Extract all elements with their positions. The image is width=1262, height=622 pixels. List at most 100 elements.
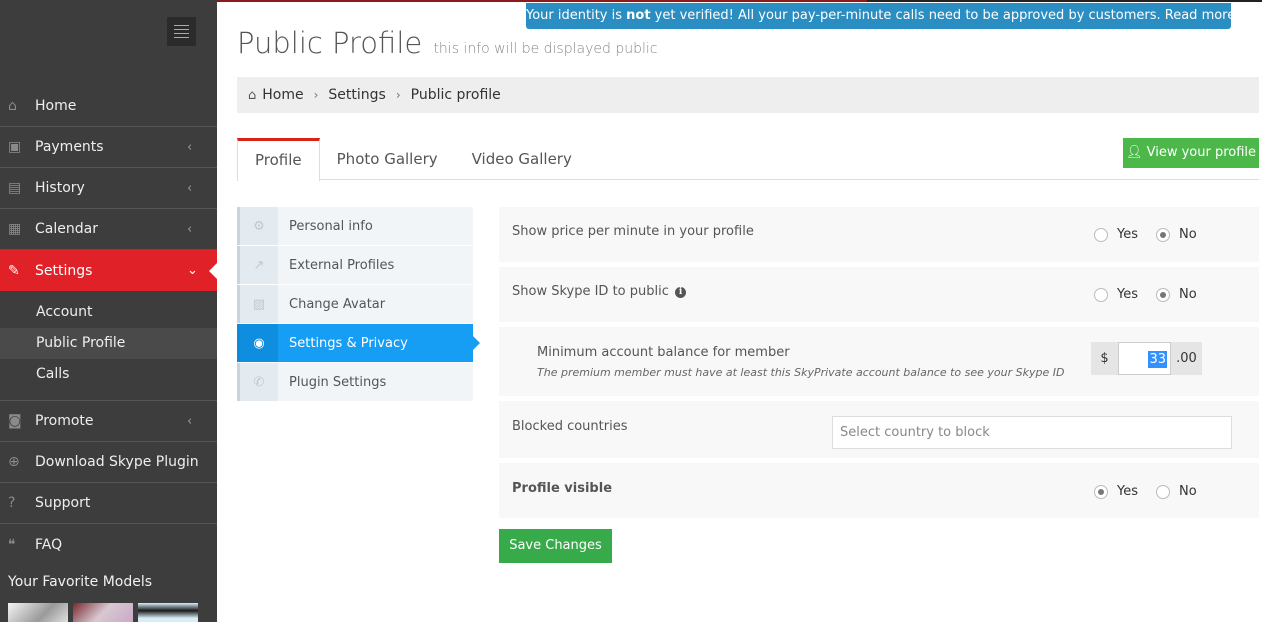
side-tab-label: Personal info xyxy=(289,218,373,234)
page-title: Public Profile this info will be display… xyxy=(237,26,657,60)
alert-text-bold: not xyxy=(626,8,651,23)
menu-toggle-button[interactable] xyxy=(167,17,196,46)
top-bar xyxy=(867,0,1262,2)
sidebar-item-history[interactable]: ▤ History ‹ xyxy=(0,168,217,209)
tab-video-gallery[interactable]: Video Gallery xyxy=(455,138,589,179)
chevron-left-icon: ‹ xyxy=(187,221,193,237)
radio-label: Yes xyxy=(1117,227,1138,242)
breadcrumb-separator-icon: › xyxy=(395,88,401,102)
min-balance-help: The premium member must have at least th… xyxy=(537,366,1065,379)
home-icon: ⌂ xyxy=(248,87,257,103)
hamburger-line xyxy=(174,37,189,38)
submenu-item-calls[interactable]: Calls xyxy=(0,359,217,390)
radio-circle[interactable] xyxy=(1094,287,1108,302)
sidebar-item-payments[interactable]: ▣ Payments ‹ xyxy=(0,127,217,168)
radio-label: Yes xyxy=(1117,287,1138,302)
favorite-model-thumbnail[interactable] xyxy=(138,603,198,622)
radio-label: No xyxy=(1179,227,1197,242)
show-skype-label-text: Show Skype ID to public xyxy=(512,284,669,299)
settings-submenu: Account Public Profile Calls xyxy=(0,291,217,401)
favorite-models-title: Your Favorite Models xyxy=(8,574,153,590)
alert-text-before: Your identity is xyxy=(526,8,627,23)
wrench-icon: ✎ xyxy=(8,262,20,279)
side-tab-label: Plugin Settings xyxy=(289,374,387,390)
gear-icon: ⚙ xyxy=(240,207,278,245)
profile-section-tabs: ⚙ Personal info ↗ External Profiles ▨ Ch… xyxy=(237,207,480,402)
min-balance-input[interactable]: 33 xyxy=(1118,342,1171,375)
user-icon: 👤︎ xyxy=(1125,145,1143,160)
side-tab-change-avatar[interactable]: ▨ Change Avatar xyxy=(237,285,473,323)
sidebar-item-support[interactable]: ? Support xyxy=(0,483,217,524)
tab-photo-gallery[interactable]: Photo Gallery xyxy=(320,138,455,179)
radio-circle[interactable] xyxy=(1156,484,1170,499)
show-skype-no-radio[interactable]: No xyxy=(1156,287,1197,302)
submenu-item-public-profile[interactable]: Public Profile xyxy=(0,328,217,359)
radio-circle-checked[interactable] xyxy=(1156,227,1170,242)
phone-icon: ✆ xyxy=(240,363,278,401)
blocked-countries-row: Blocked countries Select country to bloc… xyxy=(499,401,1259,458)
radio-circle-checked[interactable] xyxy=(1094,484,1108,499)
blocked-countries-select[interactable]: Select country to block xyxy=(832,416,1232,449)
profile-tabs: Profile Photo Gallery Video Gallery xyxy=(237,138,1259,181)
sidebar-item-home[interactable]: ⌂ Home xyxy=(0,86,217,127)
info-icon[interactable]: i xyxy=(675,287,687,298)
side-tab-personal-info[interactable]: ⚙ Personal info xyxy=(237,207,473,245)
book-icon: ▤ xyxy=(8,180,22,196)
show-skype-row: Show Skype ID to public i Yes No xyxy=(499,267,1259,322)
breadcrumb-current: Public profile xyxy=(410,87,501,103)
page-subtitle: this info will be displayed public xyxy=(433,41,658,57)
sidebar-item-label: History xyxy=(35,180,85,196)
sidebar-item-faq[interactable]: ❝ FAQ xyxy=(0,524,217,565)
show-skype-label: Show Skype ID to public i xyxy=(512,284,687,299)
min-balance-label: Minimum account balance for member xyxy=(537,345,790,360)
radio-circle[interactable] xyxy=(1094,227,1108,242)
sidebar-item-label: Calendar xyxy=(35,221,98,237)
comments-icon: ❝ xyxy=(8,536,16,553)
question-icon: ? xyxy=(8,495,16,511)
profile-visible-label: Profile visible xyxy=(512,481,613,496)
tab-profile[interactable]: Profile xyxy=(237,138,320,181)
min-balance-row: Minimum account balance for member The p… xyxy=(499,327,1259,396)
side-tab-plugin-settings[interactable]: ✆ Plugin Settings xyxy=(237,363,473,401)
sidebar-item-label: Support xyxy=(35,495,91,511)
breadcrumb-separator-icon: › xyxy=(313,88,319,102)
calendar-icon: ▦ xyxy=(8,221,22,237)
show-price-label: Show price per minute in your profile xyxy=(512,224,754,239)
money-icon: ▣ xyxy=(8,139,22,155)
show-skype-yes-radio[interactable]: Yes xyxy=(1094,287,1138,302)
sidebar-item-settings[interactable]: ✎ Settings ⌄ xyxy=(0,250,217,291)
radio-label: Yes xyxy=(1117,484,1138,499)
side-tab-settings-privacy[interactable]: ◉ Settings & Privacy xyxy=(237,324,480,362)
submenu-item-account[interactable]: Account xyxy=(0,297,217,328)
sidebar-item-promote[interactable]: ◙ Promote ‹ xyxy=(0,401,217,442)
favorite-model-thumbnail[interactable] xyxy=(73,603,133,622)
camera-icon: ◙ xyxy=(8,413,22,429)
hamburger-icon xyxy=(174,25,189,26)
profile-visible-yes-radio[interactable]: Yes xyxy=(1094,484,1138,499)
radio-circle-checked[interactable] xyxy=(1156,287,1170,302)
side-tab-label: External Profiles xyxy=(289,257,395,273)
chevron-down-icon: ⌄ xyxy=(187,263,198,278)
breadcrumb-home[interactable]: Home xyxy=(262,87,303,103)
show-price-no-radio[interactable]: No xyxy=(1156,227,1197,242)
sidebar-item-label: Payments xyxy=(35,139,104,155)
blocked-countries-label: Blocked countries xyxy=(512,419,628,434)
profile-visible-no-radio[interactable]: No xyxy=(1156,484,1197,499)
show-price-yes-radio[interactable]: Yes xyxy=(1094,227,1138,242)
hamburger-line xyxy=(174,29,189,30)
sidebar-item-calendar[interactable]: ▦ Calendar ‹ xyxy=(0,209,217,250)
radio-label: No xyxy=(1179,287,1197,302)
side-tab-label: Change Avatar xyxy=(289,296,386,312)
eye-icon: ◉ xyxy=(240,324,278,362)
favorite-model-thumbnail[interactable] xyxy=(8,603,68,622)
sidebar: ⌂ Home ▣ Payments ‹ ▤ History ‹ ▦ Calend… xyxy=(0,0,217,622)
view-profile-button[interactable]: 👤︎ View your profile xyxy=(1123,138,1259,168)
show-skype-radio-group: Yes No xyxy=(1094,287,1197,302)
side-tab-external-profiles[interactable]: ↗ External Profiles xyxy=(237,246,473,284)
alert-text-after: yet verified! All your pay-per-minute ca… xyxy=(650,8,1231,23)
save-changes-button[interactable]: Save Changes xyxy=(499,529,612,563)
breadcrumb-settings[interactable]: Settings xyxy=(328,87,385,103)
currency-suffix: .00 xyxy=(1171,342,1202,375)
sidebar-item-download-skype-plugin[interactable]: ⊕ Download Skype Plugin xyxy=(0,442,217,483)
image-icon: ▨ xyxy=(240,285,278,323)
